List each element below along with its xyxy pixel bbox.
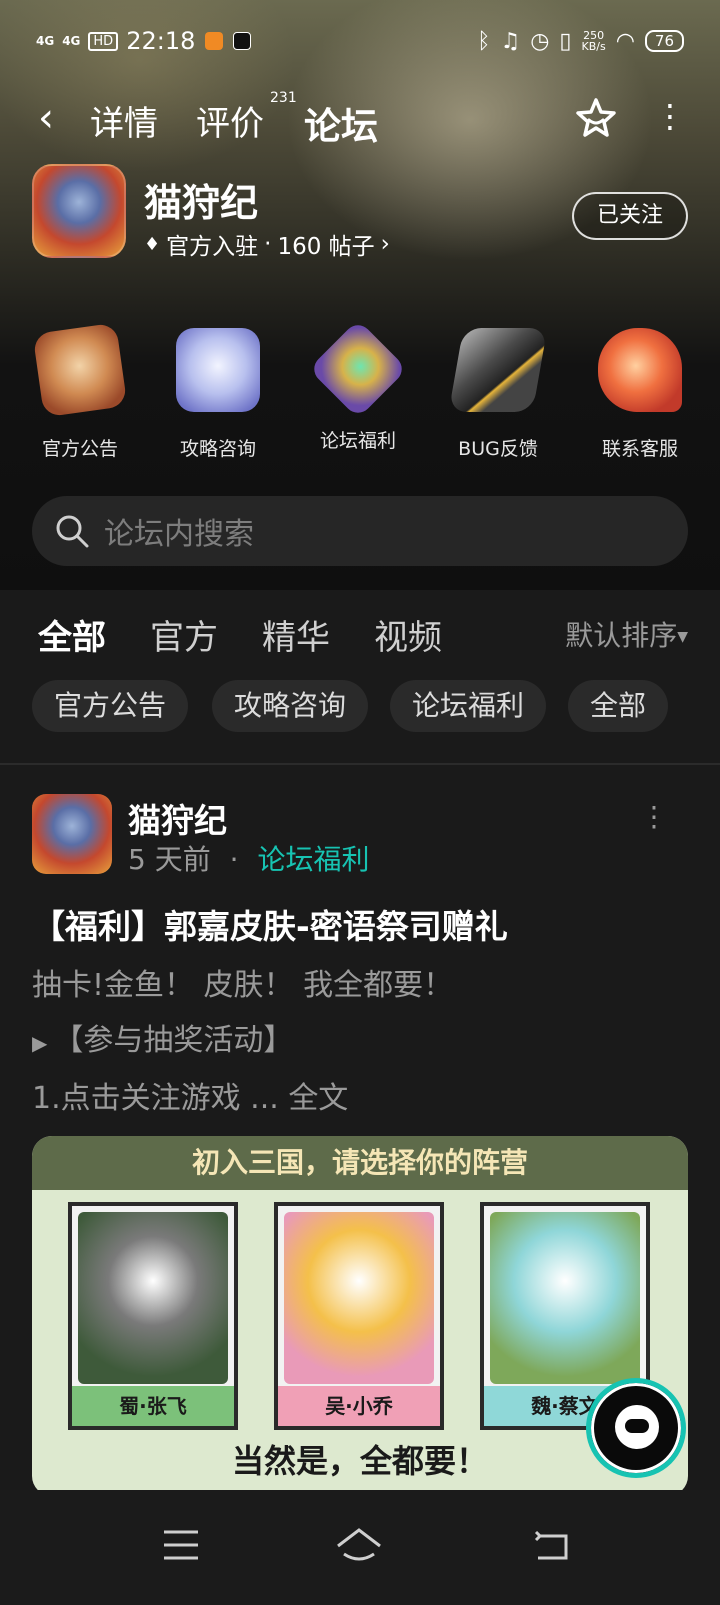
- faction-card: 蜀·张飞: [68, 1202, 238, 1430]
- post-time: 5 天前: [128, 843, 211, 876]
- divider: [0, 763, 720, 765]
- game-icon[interactable]: [32, 164, 126, 258]
- filter-tabs: 全部 官方 精华 视频 默认排序▼: [38, 610, 688, 670]
- favorite-star-icon[interactable]: [574, 96, 618, 140]
- back-icon[interactable]: [526, 1520, 576, 1570]
- chevron-right-icon: ›: [380, 231, 390, 257]
- chat-bubble-icon: [615, 1405, 659, 1449]
- character-art: [490, 1212, 640, 1384]
- category-label: 官方公告: [41, 438, 118, 460]
- category-announcement[interactable]: 官方公告: [10, 316, 150, 461]
- verified-diamond-icon: ♦: [144, 233, 161, 255]
- tab-details[interactable]: 详情: [90, 96, 158, 145]
- post-title[interactable]: 【福利】郭嘉皮肤-密语祭司赠礼: [32, 900, 508, 948]
- game-info: 猫狩纪 ♦ 官方入驻 · 160 帖子 › 已关注: [32, 164, 688, 264]
- post-excerpt[interactable]: 抽卡!金鱼！ 皮肤！ 我全都要！ ▶ 【参与抽奖活动】 1.点击关注游戏 ... …: [32, 958, 453, 1126]
- category-bug-report[interactable]: BUG反馈: [428, 316, 568, 461]
- chip-filters: 官方公告 攻略咨询 论坛福利 全部: [32, 680, 692, 734]
- alarm-icon: ◷: [530, 28, 550, 54]
- triangle-right-icon: ▶: [32, 1031, 48, 1055]
- tiktok-icon: [233, 32, 252, 50]
- back-arrow-icon[interactable]: ‹: [38, 98, 66, 138]
- excerpt-line: 抽卡!金鱼！ 皮肤！ 我全都要！: [32, 968, 454, 1003]
- read-more-link[interactable]: 全文: [288, 1081, 348, 1116]
- bluetooth-icon: ᛒ: [477, 28, 491, 54]
- official-label: 官方入驻: [166, 234, 259, 260]
- faction-caption: 蜀·张飞: [72, 1386, 234, 1426]
- network-speed: 250 KB/s: [581, 29, 606, 53]
- category-label: 论坛福利: [319, 430, 396, 452]
- tab-official[interactable]: 官方: [150, 610, 218, 659]
- signal-icon-2: 4G: [62, 34, 81, 48]
- notification-app-icon: [205, 32, 224, 50]
- status-bar: 4G 4G HD 22:18 ᛒ ♫ ◷ ▯ 250 KB/s ◠ 76: [0, 18, 720, 64]
- tab-featured[interactable]: 精华: [262, 610, 330, 659]
- more-options-icon[interactable]: ⋮: [654, 100, 686, 132]
- excerpt-line: 1.点击关注游戏 ... 全文: [32, 1081, 349, 1116]
- caret-down-icon: ▼: [677, 629, 688, 645]
- chat-bubble-button[interactable]: [586, 1378, 686, 1478]
- category-label: 联系客服: [601, 438, 678, 460]
- faction-card: 吴·小乔: [274, 1202, 444, 1430]
- vibrate-icon: ▯: [559, 28, 572, 54]
- post-more-icon[interactable]: ⋮: [640, 803, 668, 831]
- gem-medal-icon: [308, 319, 408, 419]
- follow-button[interactable]: 已关注: [572, 192, 688, 240]
- announcement-badge-icon: [32, 322, 128, 418]
- character-art: [78, 1212, 228, 1384]
- koi-fish-icon: [598, 328, 682, 412]
- post-meta: 5 天前 · 论坛福利: [128, 838, 369, 878]
- chip-guides[interactable]: 攻略咨询: [212, 680, 369, 732]
- review-count-badge: 231: [270, 90, 297, 106]
- search-input[interactable]: 论坛内搜索: [32, 496, 688, 566]
- signal-icon: 4G: [36, 34, 55, 48]
- category-label: BUG反馈: [458, 438, 538, 460]
- category-guides[interactable]: 攻略咨询: [148, 316, 288, 461]
- category-row: 官方公告 攻略咨询 论坛福利 BUG反馈 联系客服: [0, 316, 720, 466]
- search-placeholder: 论坛内搜索: [104, 517, 254, 552]
- category-welfare[interactable]: 论坛福利: [288, 316, 428, 453]
- character-art: [284, 1212, 434, 1384]
- banner-heading: 初入三国，请选择你的阵营: [32, 1136, 688, 1190]
- category-label: 攻略咨询: [179, 438, 256, 460]
- wifi-icon: ◠: [615, 28, 635, 54]
- forum-header: 4G 4G HD 22:18 ᛒ ♫ ◷ ▯ 250 KB/s ◠ 76 ‹ 详…: [0, 0, 720, 590]
- system-nav-bar: [0, 1490, 720, 1605]
- chip-welfare[interactable]: 论坛福利: [390, 680, 547, 732]
- chip-all[interactable]: 全部: [568, 680, 669, 732]
- top-nav: ‹ 详情 评价 231 论坛 ⋮: [0, 90, 720, 154]
- faction-caption: 吴·小乔: [278, 1386, 440, 1426]
- menu-icon[interactable]: [156, 1520, 206, 1570]
- meta-separator: ·: [264, 231, 272, 257]
- excerpt-line: ▶ 【参与抽奖活动】: [32, 1023, 294, 1058]
- avatar[interactable]: [32, 794, 112, 874]
- headphones-icon: ♫: [500, 28, 521, 54]
- tab-reviews[interactable]: 评价: [196, 96, 264, 145]
- paw-shield-icon: [176, 328, 260, 412]
- hd-icon: HD: [88, 31, 119, 51]
- tab-videos[interactable]: 视频: [374, 610, 442, 659]
- meta-separator: ·: [229, 843, 239, 876]
- post-count: 160 帖子: [277, 234, 375, 260]
- tab-forum[interactable]: 论坛: [304, 96, 378, 154]
- battery-icon: 76: [644, 30, 684, 52]
- category-customer-service[interactable]: 联系客服: [570, 316, 710, 461]
- cracked-block-icon: [448, 328, 548, 412]
- clock-time: 22:18: [126, 27, 196, 55]
- game-name: 猫狩纪: [144, 181, 259, 225]
- post-tag[interactable]: 论坛福利: [257, 843, 369, 876]
- search-icon: [56, 515, 89, 548]
- post-author[interactable]: 猫狩纪: [128, 794, 227, 842]
- chip-announcement[interactable]: 官方公告: [32, 680, 189, 732]
- sort-dropdown[interactable]: 默认排序▼: [565, 614, 688, 654]
- home-icon[interactable]: [334, 1520, 384, 1570]
- game-meta[interactable]: ♦ 官方入驻 · 160 帖子 ›: [144, 227, 390, 261]
- tab-all[interactable]: 全部: [38, 610, 106, 661]
